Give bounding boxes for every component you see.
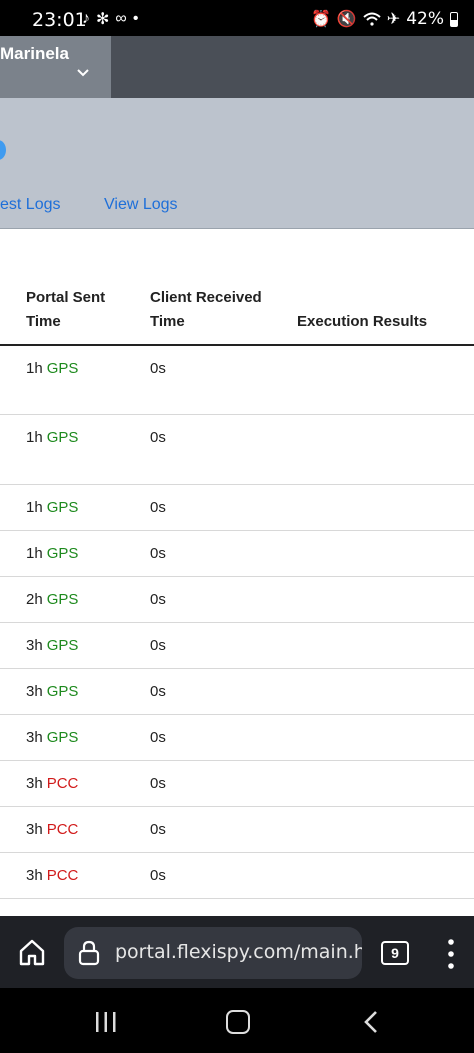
- received-time: 0s: [150, 545, 166, 562]
- sent-time: 1h: [26, 545, 43, 562]
- sent-time: 3h: [26, 729, 43, 746]
- command-type: GPS: [46, 360, 79, 377]
- sent-time-cell: 3h GPS: [26, 683, 78, 700]
- column-header-execution-results: Execution Results: [297, 313, 428, 330]
- more-options-icon[interactable]: [445, 938, 457, 970]
- table-row[interactable]: 3h GPS 0s: [0, 623, 474, 669]
- command-type: GPS: [46, 591, 79, 608]
- sent-time-cell: 3h PCC: [26, 775, 78, 792]
- table-row[interactable]: 2h GPS 0s: [0, 577, 474, 623]
- logs-table: Portal Sent Time Client Received Time Ex…: [0, 229, 474, 916]
- latest-logs-link[interactable]: est Logs: [0, 196, 60, 214]
- url-text: portal.flexispy.com/main.htm: [115, 941, 362, 963]
- table-row[interactable]: 3h GPS 0s: [0, 715, 474, 761]
- column-header-client-received-time: Client Received Time: [150, 289, 262, 330]
- sent-time: 3h: [26, 867, 43, 884]
- command-type: GPS: [46, 499, 79, 516]
- address-bar[interactable]: portal.flexispy.com/main.htm: [64, 927, 362, 979]
- tiktok-icon: ♪: [82, 10, 90, 27]
- table-row[interactable]: 3h PCC 0s: [0, 807, 474, 853]
- airplane-icon: ✈: [386, 11, 401, 28]
- user-menu[interactable]: Marinela: [0, 36, 111, 98]
- sent-time-cell: 1h GPS: [26, 545, 78, 562]
- status-bar: 23:01 ♪ ✻ ∞ • ⏰ 🔇 ✈ 42%: [0, 0, 474, 36]
- view-logs-link[interactable]: View Logs: [104, 196, 178, 214]
- sent-time: 3h: [26, 821, 43, 838]
- table-row[interactable]: 1h GPS 0s: [0, 415, 474, 485]
- status-time: 23:01: [32, 9, 87, 31]
- sent-time: 1h: [26, 360, 43, 377]
- command-type: PCC: [46, 821, 79, 838]
- column-header-portal-sent-time: Portal Sent Time: [26, 289, 106, 330]
- received-time: 0s: [150, 591, 166, 608]
- received-time: 0s: [150, 499, 166, 516]
- received-time: 0s: [150, 683, 166, 700]
- settings-icon: ✻: [96, 11, 110, 28]
- command-type: GPS: [46, 637, 79, 654]
- chevron-down-icon: [77, 69, 89, 77]
- user-name: Marinela: [0, 44, 69, 63]
- lock-icon: [78, 940, 100, 966]
- sent-time-cell: 2h GPS: [26, 591, 78, 608]
- sent-time-cell: 1h GPS: [26, 499, 78, 516]
- command-type: PCC: [46, 775, 79, 792]
- sent-time-cell: 1h GPS: [26, 429, 78, 446]
- sent-time: 3h: [26, 637, 43, 654]
- command-type: GPS: [46, 683, 79, 700]
- table-row[interactable]: 3h PCC 0s: [0, 761, 474, 807]
- command-type: GPS: [46, 545, 79, 562]
- received-time: 0s: [150, 775, 166, 792]
- received-time: 0s: [150, 429, 166, 446]
- sent-time: 2h: [26, 591, 43, 608]
- battery-percent: 42%: [406, 9, 444, 29]
- sent-time-cell: 3h GPS: [26, 637, 78, 654]
- sent-time: 1h: [26, 499, 43, 516]
- infinity-icon: ∞: [115, 10, 127, 27]
- sent-time-cell: 3h PCC: [26, 867, 78, 884]
- sent-time: 3h: [26, 683, 43, 700]
- mute-icon: 🔇: [336, 11, 357, 28]
- received-time: 0s: [150, 867, 166, 884]
- app-header: Marinela: [0, 36, 474, 98]
- received-time: 0s: [150, 360, 166, 377]
- battery-icon: [450, 11, 458, 27]
- home-nav-icon[interactable]: [226, 1010, 250, 1034]
- command-type: GPS: [46, 429, 79, 446]
- command-type: PCC: [46, 867, 79, 884]
- subheader-panel: [0, 98, 474, 229]
- received-time: 0s: [150, 729, 166, 746]
- sent-time-cell: 3h PCC: [26, 821, 78, 838]
- sent-time-cell: 3h GPS: [26, 729, 78, 746]
- table-row[interactable]: 1h GPS 0s: [0, 346, 474, 415]
- wifi-icon: [363, 12, 381, 26]
- status-right-icons: ⏰ 🔇 ✈ 42%: [311, 9, 458, 29]
- table-row[interactable]: 3h PCC 0s: [0, 853, 474, 899]
- back-icon[interactable]: [363, 1010, 379, 1034]
- tab-switcher-button[interactable]: 9: [381, 941, 409, 965]
- received-time: 0s: [150, 821, 166, 838]
- status-left-icons: ♪ ✻ ∞ •: [82, 9, 138, 29]
- dot-icon: •: [132, 10, 139, 27]
- table-row[interactable]: 3h GPS 0s: [0, 669, 474, 715]
- sent-time: 3h: [26, 775, 43, 792]
- recent-apps-icon[interactable]: [94, 1011, 118, 1033]
- table-row[interactable]: 1h GPS 0s: [0, 485, 474, 531]
- sent-time-cell: 1h GPS: [26, 360, 78, 377]
- sent-time: 1h: [26, 429, 43, 446]
- received-time: 0s: [150, 637, 166, 654]
- alarm-icon: ⏰: [310, 11, 331, 28]
- table-row[interactable]: 1h GPS 0s: [0, 531, 474, 577]
- home-icon[interactable]: [17, 937, 47, 967]
- command-type: GPS: [46, 729, 79, 746]
